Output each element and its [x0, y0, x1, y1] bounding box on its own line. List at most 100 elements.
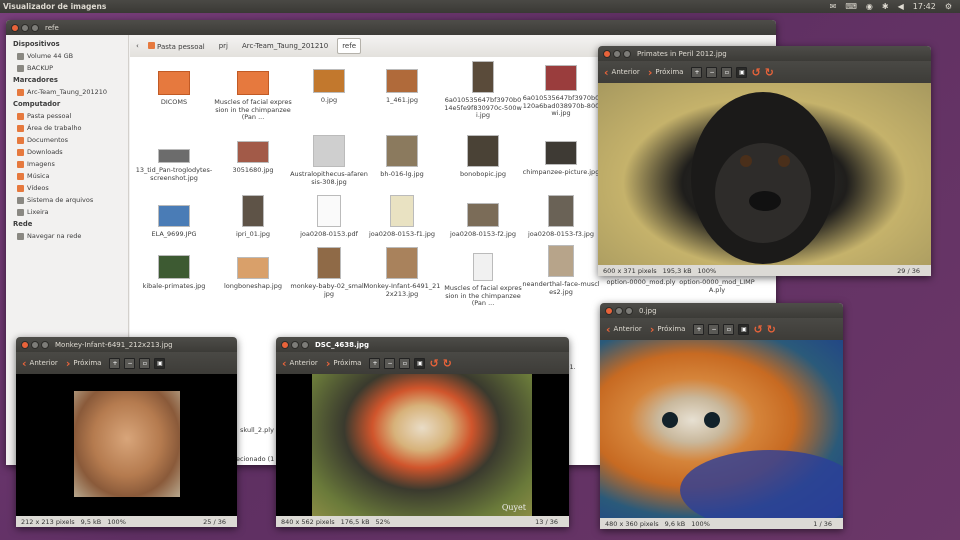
- mail-icon[interactable]: ✉: [830, 2, 837, 11]
- file-manager-titlebar[interactable]: refe: [6, 20, 776, 35]
- sidebar-item-videos[interactable]: Vídeos: [10, 182, 124, 194]
- file-item[interactable]: ELA_9699.JPG: [135, 205, 213, 239]
- maximize-icon[interactable]: [623, 49, 631, 58]
- sidebar-item-pictures[interactable]: Imagens: [10, 158, 124, 170]
- maximize-icon[interactable]: [301, 340, 309, 349]
- file-item[interactable]: bonobopic.jpg: [444, 135, 522, 179]
- close-icon[interactable]: [21, 340, 29, 349]
- file-item[interactable]: joa0208-0153-f3.jpg: [522, 195, 600, 239]
- zoom-out-icon[interactable]: −: [124, 357, 136, 369]
- file-item[interactable]: bh-016-lg.jpg: [363, 135, 441, 179]
- zoom-fit-icon[interactable]: ▫: [139, 357, 151, 369]
- file-item[interactable]: option-0000_mod_LIMPA.ply: [678, 279, 756, 294]
- file-item[interactable]: joa0208-0153-f1.jpg: [363, 195, 441, 239]
- zoom-in-icon[interactable]: +: [369, 357, 381, 369]
- sidebar-item-bookmark[interactable]: Arc-Team_Taung_201210: [10, 86, 124, 98]
- file-item[interactable]: 13_tid_Pan-troglodytes-screenshot.jpg: [135, 149, 213, 182]
- file-item[interactable]: 6a010535647bf3970b0120a6bad038970b-800wi…: [522, 65, 600, 118]
- file-item[interactable]: Muscles of facial expression in the chim…: [444, 253, 522, 308]
- close-icon[interactable]: [281, 340, 289, 349]
- previous-button[interactable]: ‹ Anterior: [282, 358, 318, 369]
- maximize-icon[interactable]: [41, 340, 49, 349]
- volume-icon[interactable]: ◀: [898, 2, 904, 11]
- clock[interactable]: 17:42: [913, 2, 936, 11]
- image-canvas[interactable]: Quyet: [276, 374, 569, 516]
- sidebar-item-network[interactable]: Navegar na rede: [10, 230, 124, 242]
- minimize-icon[interactable]: [31, 340, 39, 349]
- previous-button[interactable]: ‹ Anterior: [606, 324, 642, 335]
- sidebar-item-music[interactable]: Música: [10, 170, 124, 182]
- sidebar-item-documents[interactable]: Documentos: [10, 134, 124, 146]
- rotate-right-icon[interactable]: ↻: [443, 357, 452, 370]
- file-item[interactable]: neanderthal-face-muscles2.jpg: [522, 245, 600, 296]
- gear-icon[interactable]: ⚙: [945, 2, 952, 11]
- rotate-left-icon[interactable]: ↺: [429, 357, 438, 370]
- zoom-in-icon[interactable]: +: [693, 323, 705, 335]
- sidebar-item-volume[interactable]: Volume 44 GB: [10, 50, 124, 62]
- close-icon[interactable]: [11, 23, 19, 32]
- file-item[interactable]: kibale-primates.jpg: [135, 255, 213, 291]
- viewer-titlebar[interactable]: Primates in Peril 2012.jpg: [598, 46, 931, 61]
- sidebar-item-trash[interactable]: Lixeira: [10, 206, 124, 218]
- next-button[interactable]: › Próxima: [650, 324, 686, 335]
- file-item[interactable]: chimpanzee-picture.jpg: [522, 141, 600, 177]
- next-button[interactable]: › Próxima: [66, 358, 102, 369]
- rotate-left-icon[interactable]: ↺: [751, 66, 760, 79]
- zoom-in-icon[interactable]: +: [109, 357, 121, 369]
- breadcrumb-refe[interactable]: refe: [337, 38, 362, 54]
- zoom-out-icon[interactable]: −: [708, 323, 720, 335]
- image-canvas[interactable]: [16, 374, 237, 516]
- maximize-icon[interactable]: [31, 23, 39, 32]
- file-item[interactable]: Australopithecus-afarensis-308.jpg: [290, 135, 368, 186]
- zoom-fit-icon[interactable]: ▫: [399, 357, 411, 369]
- file-item[interactable]: longboneshap.jpg: [214, 257, 292, 291]
- file-item[interactable]: 0.jpg: [290, 69, 368, 105]
- next-button[interactable]: › Próxima: [648, 67, 684, 78]
- zoom-out-icon[interactable]: −: [384, 357, 396, 369]
- minimize-icon[interactable]: [613, 49, 621, 58]
- next-button[interactable]: › Próxima: [326, 358, 362, 369]
- zoom-best-fit-icon[interactable]: ▣: [414, 357, 426, 369]
- viewer-titlebar[interactable]: DSC_4638.jpg: [276, 337, 569, 352]
- file-item[interactable]: 6a010535647bf3970b014e5fe9f830970c-500wi…: [444, 61, 522, 120]
- sidebar-item-backup[interactable]: BACKUP: [10, 62, 124, 74]
- close-icon[interactable]: [603, 49, 611, 58]
- zoom-out-icon[interactable]: −: [706, 66, 718, 78]
- previous-button[interactable]: ‹ Anterior: [22, 358, 58, 369]
- bluetooth-icon[interactable]: ✱: [882, 2, 889, 11]
- sidebar-item-downloads[interactable]: Downloads: [10, 146, 124, 158]
- file-item[interactable]: joa0208-0153-f2.jpg: [444, 203, 522, 239]
- sidebar-item-desktop[interactable]: Área de trabalho: [10, 122, 124, 134]
- sidebar-item-filesystem[interactable]: Sistema de arquivos: [10, 194, 124, 206]
- file-item[interactable]: ipri_01.jpg: [214, 195, 292, 239]
- minimize-icon[interactable]: [21, 23, 29, 32]
- close-icon[interactable]: [605, 306, 613, 315]
- rotate-right-icon[interactable]: ↻: [767, 323, 776, 336]
- file-item[interactable]: Monkey-Infant-6491_212x213.jpg: [363, 247, 441, 298]
- network-icon[interactable]: ◉: [866, 2, 873, 11]
- image-canvas[interactable]: [598, 83, 931, 265]
- file-item[interactable]: option-0000_mod.ply: [602, 279, 680, 287]
- minimize-icon[interactable]: [291, 340, 299, 349]
- zoom-best-fit-icon[interactable]: ▣: [154, 357, 166, 369]
- rotate-right-icon[interactable]: ↻: [765, 66, 774, 79]
- breadcrumb-prj[interactable]: prj: [214, 38, 233, 54]
- breadcrumb-home[interactable]: Pasta pessoal: [143, 38, 210, 55]
- zoom-fit-icon[interactable]: ▫: [721, 66, 733, 78]
- keyboard-icon[interactable]: ⌨: [845, 2, 857, 11]
- file-item[interactable]: DICOMS: [135, 71, 213, 107]
- previous-button[interactable]: ‹ Anterior: [604, 67, 640, 78]
- viewer-titlebar[interactable]: Monkey-Infant-6491_212x213.jpg: [16, 337, 237, 352]
- file-item[interactable]: Muscles of facial expression in the chim…: [214, 71, 292, 122]
- zoom-best-fit-icon[interactable]: ▣: [738, 323, 750, 335]
- viewer-titlebar[interactable]: 0.jpg: [600, 303, 843, 318]
- chevron-left-icon[interactable]: ‹: [136, 42, 139, 50]
- minimize-icon[interactable]: [615, 306, 623, 315]
- sidebar-item-home[interactable]: Pasta pessoal: [10, 110, 124, 122]
- rotate-left-icon[interactable]: ↺: [753, 323, 762, 336]
- zoom-fit-icon[interactable]: ▫: [723, 323, 735, 335]
- file-item[interactable]: joa0208-0153.pdf: [290, 195, 368, 239]
- zoom-best-fit-icon[interactable]: ▣: [736, 66, 748, 78]
- file-item[interactable]: 3051680.jpg: [214, 141, 292, 175]
- file-item[interactable]: 1_461.jpg: [363, 69, 441, 105]
